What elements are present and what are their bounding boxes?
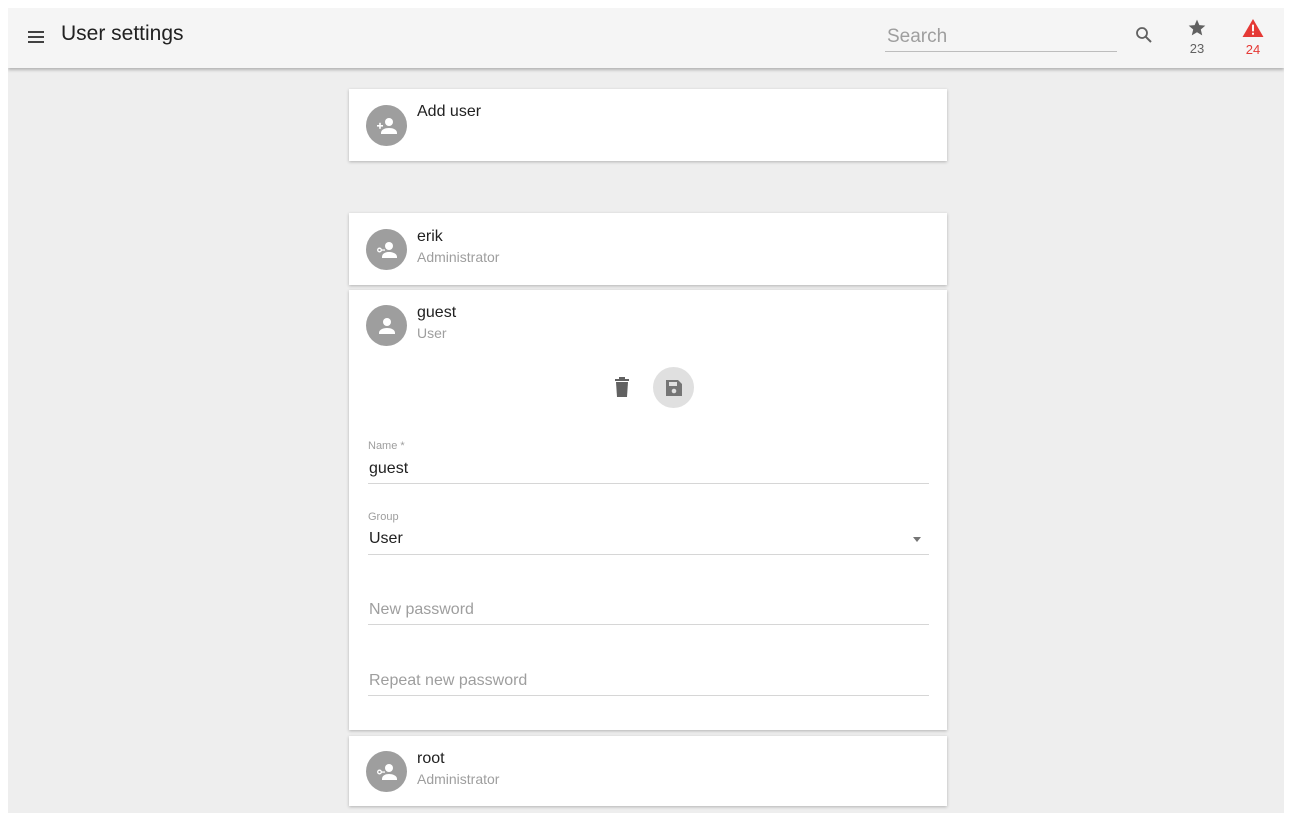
starred-count: 23 [1189,41,1205,56]
search-icon[interactable] [1133,24,1155,46]
user-group: User [417,325,447,341]
group-selected-value: User [369,530,403,547]
page-title: User settings [61,22,184,45]
new-password-field [368,595,929,625]
search-field[interactable] [885,22,1117,52]
user-card-root[interactable]: root Administrator [349,736,947,806]
repeat-password-field [368,666,929,696]
name-label: Name * [368,440,405,452]
app-frame: User settings 23 24 [8,8,1284,813]
user-name: erik [417,228,443,245]
user-name: root [417,750,445,767]
name-input[interactable] [368,454,929,484]
person-add-icon [366,105,407,146]
group-field: Group User [368,511,929,555]
save-icon [665,379,682,396]
group-select[interactable]: User [368,525,929,555]
delete-button[interactable] [611,374,633,400]
menu-icon[interactable] [26,26,48,48]
add-user-card[interactable]: Add user [349,89,947,161]
starred-button[interactable]: 23 [1182,18,1212,62]
trash-icon [615,377,629,397]
alerts-button[interactable]: 24 [1238,18,1268,62]
dropdown-arrow-icon [913,537,921,542]
warning-icon [1242,18,1264,38]
user-name[interactable]: guest [417,304,456,322]
name-field: Name * [368,440,929,484]
group-label: Group [368,511,399,523]
user-group: Administrator [417,249,500,265]
admin-user-icon [366,751,407,792]
user-card-erik[interactable]: erik Administrator [349,213,947,285]
star-icon [1188,19,1206,36]
user-card-guest-expanded: guest User Name * Group User [349,290,947,730]
save-button[interactable] [653,367,694,408]
repeat-password-input[interactable] [368,666,929,696]
add-user-label: Add user [417,103,482,120]
search-input[interactable] [885,22,1117,51]
new-password-input[interactable] [368,595,929,625]
alerts-count: 24 [1245,42,1261,57]
top-app-bar: User settings 23 24 [8,8,1284,68]
admin-user-icon [366,229,407,270]
person-icon [366,305,407,346]
user-group: Administrator [417,771,500,787]
